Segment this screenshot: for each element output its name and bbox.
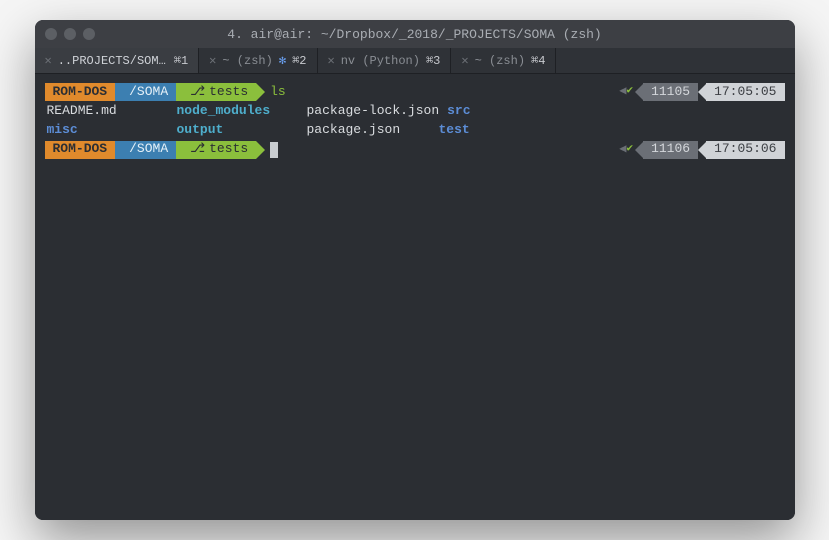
prompt-user: ROM-DOS (53, 83, 108, 102)
tab-shortcut: ⌘4 (531, 53, 545, 68)
prompt-line: ROM-DOS /SOMA ⎇tests ls ◀ ✔ 11105 17:05:… (45, 82, 785, 102)
close-icon[interactable]: ✕ (328, 55, 335, 67)
tab-shortcut: ⌘1 (174, 53, 188, 68)
ls-entry: README.md (47, 102, 177, 121)
ls-output-row: README.md node_modules package-lock.json… (45, 102, 785, 121)
spinner-icon: ✻ (279, 53, 286, 68)
history-number: 11105 (643, 83, 698, 101)
chevron-left-icon: ◀ (619, 141, 626, 158)
close-icon[interactable]: ✕ (461, 55, 468, 67)
ls-entry: misc (47, 121, 177, 140)
tab-shortcut: ⌘2 (292, 53, 306, 68)
cursor[interactable] (270, 142, 278, 158)
ls-entry: package.json (307, 121, 439, 140)
prompt-path-segment: /SOMA (115, 141, 176, 159)
prompt-path-segment: /SOMA (115, 83, 176, 101)
prompt-user: ROM-DOS (53, 140, 108, 159)
close-icon[interactable]: ✕ (209, 55, 216, 67)
tab-4[interactable]: ✕ ~ (zsh) ⌘4 (451, 48, 556, 73)
close-icon[interactable]: ✕ (45, 55, 52, 67)
tab-shortcut: ⌘3 (426, 53, 440, 68)
ls-entry: test (439, 121, 470, 140)
traffic-lights (45, 28, 95, 40)
terminal-body[interactable]: ROM-DOS /SOMA ⎇tests ls ◀ ✔ 11105 17:05:… (35, 74, 795, 520)
prompt-branch-segment: ⎇tests (176, 83, 256, 101)
ls-entry: src (447, 102, 470, 121)
tab-label: ~ (zsh) (222, 54, 272, 68)
minimize-dot[interactable] (64, 28, 76, 40)
zoom-dot[interactable] (83, 28, 95, 40)
tab-1[interactable]: ✕ ..PROJECTS/SOMA (… ⌘1 (35, 48, 200, 73)
prompt-branch: tests (209, 83, 248, 102)
timestamp: 17:05:05 (706, 83, 784, 101)
tab-label: nv (Python) (341, 54, 420, 68)
ls-entry: output (177, 121, 307, 140)
timestamp: 17:05:06 (706, 141, 784, 159)
history-number: 11106 (643, 141, 698, 159)
branch-icon: ⎇ (190, 83, 205, 102)
tab-label: ~ (zsh) (475, 54, 525, 68)
check-icon: ✔ (626, 84, 633, 100)
prompt-path: /SOMA (129, 140, 168, 159)
prompt-path: /SOMA (129, 83, 168, 102)
terminal-window: 4. air@air: ~/Dropbox/_2018/_PROJECTS/SO… (35, 20, 795, 520)
prompt-branch-segment: ⎇tests (176, 141, 256, 159)
titlebar[interactable]: 4. air@air: ~/Dropbox/_2018/_PROJECTS/SO… (35, 20, 795, 48)
tab-label: ..PROJECTS/SOMA (… (58, 54, 168, 68)
ls-entry: package-lock.json (307, 102, 440, 121)
prompt-line: ROM-DOS /SOMA ⎇tests ◀ ✔ 11106 17:05:06 (45, 140, 785, 160)
prompt-branch: tests (209, 140, 248, 159)
tab-bar: ✕ ..PROJECTS/SOMA (… ⌘1 ✕ ~ (zsh) ✻ ⌘2 ✕… (35, 48, 795, 74)
command-text: ls (270, 83, 286, 102)
ls-output-row: misc output package.json test (45, 121, 785, 140)
ls-entry: node_modules (177, 102, 307, 121)
window-title: 4. air@air: ~/Dropbox/_2018/_PROJECTS/SO… (35, 27, 795, 42)
chevron-left-icon: ◀ (619, 83, 626, 100)
prompt-user-segment: ROM-DOS (45, 83, 116, 101)
tab-3[interactable]: ✕ nv (Python) ⌘3 (318, 48, 452, 73)
prompt-user-segment: ROM-DOS (45, 141, 116, 159)
check-icon: ✔ (626, 142, 633, 158)
tab-2[interactable]: ✕ ~ (zsh) ✻ ⌘2 (199, 48, 317, 73)
branch-icon: ⎇ (190, 140, 205, 159)
close-dot[interactable] (45, 28, 57, 40)
